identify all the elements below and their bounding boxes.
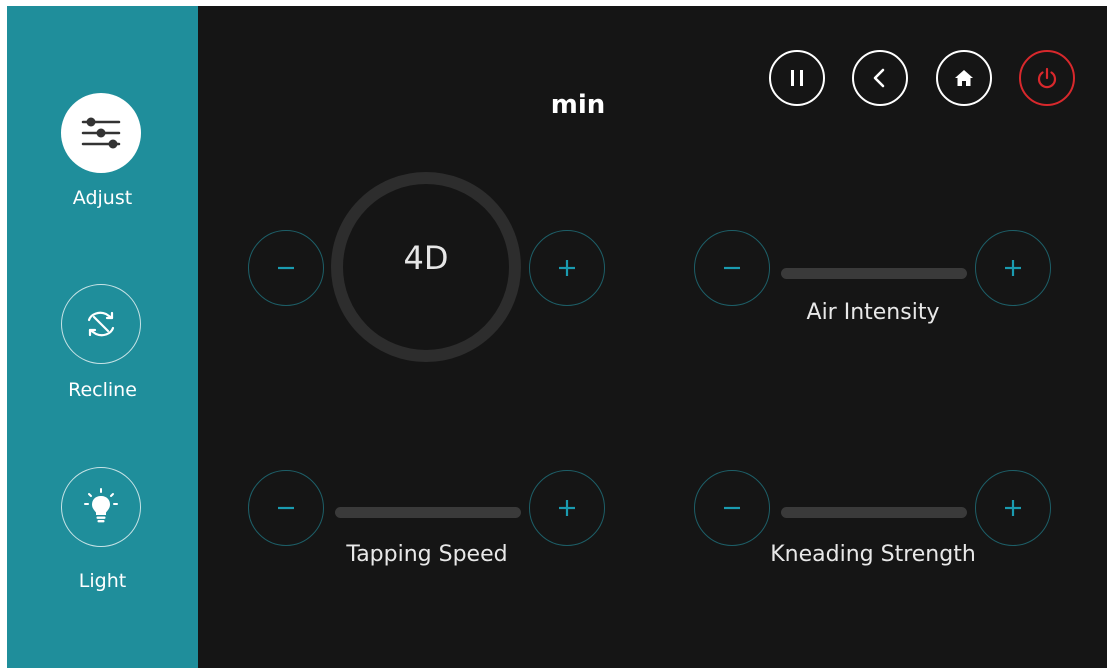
kneading-strength-increase-button[interactable] (975, 470, 1051, 546)
kneading-strength-label: Kneading Strength (770, 542, 976, 567)
mode-dial[interactable]: 4D (331, 172, 521, 362)
kneading-strength-decrease-button[interactable] (694, 470, 770, 546)
mode-value: 4D (403, 239, 449, 277)
tapping-speed-label: Tapping Speed (346, 542, 508, 567)
minus-icon (278, 266, 294, 270)
sidebar-item-label: Adjust (72, 187, 133, 209)
main-panel: min 4D Air Intensity Tapping Speed Knead… (198, 6, 1107, 668)
kneading-strength-slider[interactable] (781, 507, 967, 518)
air-intensity-slider[interactable] (781, 268, 967, 279)
sliders-icon (81, 117, 121, 149)
tapping-speed-increase-button[interactable] (529, 470, 605, 546)
minus-icon (724, 506, 740, 510)
power-icon (1037, 67, 1057, 89)
sidebar-item-label: Recline (68, 379, 137, 401)
plus-icon (1005, 500, 1021, 516)
sidebar-item-adjust[interactable]: Adjust (7, 6, 198, 236)
tapping-speed-decrease-button[interactable] (248, 470, 324, 546)
recline-icon (87, 311, 115, 337)
sidebar: Adjust Recline Light (7, 6, 198, 668)
sidebar-item-light[interactable]: Light (7, 426, 198, 626)
sidebar-item-recline-button[interactable] (61, 284, 141, 364)
air-intensity-increase-button[interactable] (975, 230, 1051, 306)
sidebar-item-label: Light (78, 570, 127, 592)
minus-icon (278, 506, 294, 510)
back-button[interactable] (852, 50, 908, 106)
sidebar-item-recline[interactable]: Recline (7, 236, 198, 426)
sidebar-item-light-button[interactable] (61, 467, 141, 547)
minus-icon (724, 266, 740, 270)
air-intensity-label: Air Intensity (806, 300, 940, 325)
sidebar-item-adjust-button[interactable] (61, 93, 141, 173)
mode-decrease-button[interactable] (248, 230, 324, 306)
lightbulb-icon (84, 488, 118, 523)
plus-icon (559, 500, 575, 516)
pause-icon (791, 70, 803, 86)
power-button[interactable] (1019, 50, 1075, 106)
plus-icon (559, 260, 575, 276)
home-button[interactable] (936, 50, 992, 106)
plus-icon (1005, 260, 1021, 276)
pause-button[interactable] (769, 50, 825, 106)
mode-increase-button[interactable] (529, 230, 605, 306)
air-intensity-decrease-button[interactable] (694, 230, 770, 306)
tapping-speed-slider[interactable] (335, 507, 521, 518)
page-title: min (550, 90, 606, 120)
back-icon (873, 68, 885, 88)
home-icon (955, 70, 973, 86)
